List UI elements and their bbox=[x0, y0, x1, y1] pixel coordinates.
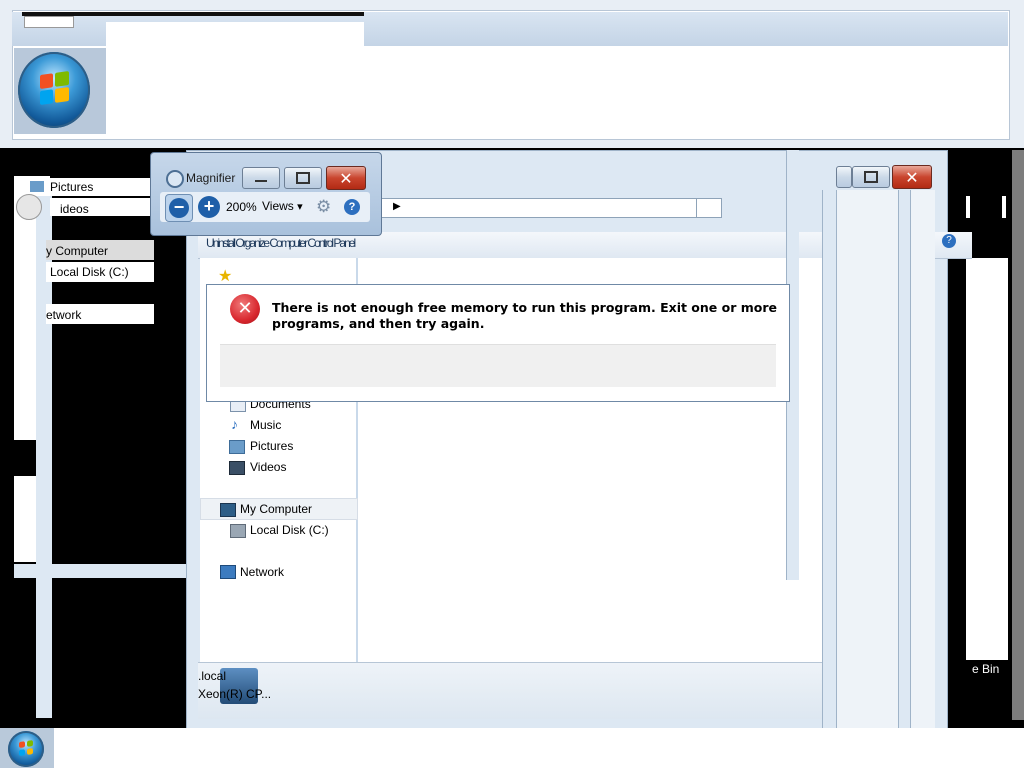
zoom-in-icon: + bbox=[198, 196, 220, 218]
taskbar bbox=[0, 728, 1024, 768]
desktop-white-tick-1 bbox=[966, 196, 970, 218]
back-window-network-row[interactable]: etwork bbox=[46, 304, 154, 324]
magnifier-close-button[interactable]: ✕ bbox=[326, 166, 366, 190]
toolbar-overlap-text[interactable]: Uninstall Organize Computer Control Pane… bbox=[206, 236, 416, 250]
chevron-down-icon: ▾ bbox=[297, 201, 303, 213]
address-bar[interactable]: ▶ bbox=[380, 198, 722, 218]
start-button[interactable] bbox=[8, 731, 44, 767]
zoom-out-button[interactable]: − bbox=[165, 194, 193, 222]
toolbar-help-icon[interactable]: ? bbox=[942, 234, 956, 248]
nav-music[interactable]: Music bbox=[250, 418, 281, 432]
zoom-in-button[interactable]: + bbox=[196, 194, 222, 220]
error-message-line-1: There is not enough free memory to run t… bbox=[272, 300, 777, 315]
back-window-bottom-bar bbox=[14, 564, 200, 578]
back-window-mycomputer-row[interactable]: y Computer bbox=[46, 240, 154, 260]
details-line-2: Xeon(R) CP... bbox=[198, 687, 272, 701]
explorer-maximize-button[interactable] bbox=[852, 166, 890, 188]
error-dialog-button-area bbox=[220, 344, 776, 387]
maximize-icon bbox=[296, 172, 310, 184]
close-icon[interactable]: ✕ bbox=[892, 165, 932, 189]
gear-icon[interactable]: ⚙ bbox=[316, 197, 331, 217]
pictures-icon bbox=[229, 440, 245, 454]
network-icon bbox=[220, 565, 236, 579]
close-icon: ✕ bbox=[339, 168, 353, 188]
back-window-circle bbox=[16, 194, 42, 220]
folder-icon bbox=[30, 181, 44, 192]
nav-pictures[interactable]: Pictures bbox=[250, 439, 293, 453]
music-icon: ♪ bbox=[231, 416, 238, 432]
magnifier-app-icon bbox=[166, 170, 184, 188]
maximize-icon bbox=[864, 171, 878, 183]
desktop-recycle-bin-label[interactable]: e Bin bbox=[972, 662, 999, 676]
nav-network[interactable]: Network bbox=[240, 565, 284, 579]
magnifier-maximize-button[interactable] bbox=[284, 167, 322, 189]
views-label: Views bbox=[262, 199, 294, 213]
ghost-frame-4 bbox=[910, 190, 935, 728]
error-x-icon: ✕ bbox=[230, 294, 260, 324]
magnifier-title: Magnifier bbox=[186, 171, 236, 185]
explorer-title-close[interactable]: ✕ bbox=[892, 165, 932, 189]
magnified-top-white-block bbox=[106, 22, 364, 48]
magnified-top-white-tab bbox=[24, 16, 74, 28]
back-nav-my-computer: y Computer bbox=[46, 244, 109, 258]
views-dropdown[interactable]: Views ▾ bbox=[262, 199, 303, 213]
favorites-star-icon[interactable]: ★ bbox=[218, 266, 232, 286]
ghost-frame-2 bbox=[836, 190, 899, 728]
back-nav-network: etwork bbox=[46, 308, 82, 322]
nav-my-computer[interactable]: My Computer bbox=[240, 502, 312, 516]
back-window-videos-row[interactable]: ideos bbox=[50, 198, 154, 216]
desktop-right-panel bbox=[966, 258, 1008, 660]
address-bar-right bbox=[696, 198, 722, 218]
back-window-pictures-row[interactable]: Pictures bbox=[28, 178, 154, 196]
videos-icon bbox=[229, 461, 245, 475]
drive-icon bbox=[230, 524, 246, 538]
minimize-icon bbox=[255, 180, 267, 182]
back-nav-pictures: Pictures bbox=[50, 180, 94, 194]
back-nav-local-disk: Local Disk (C:) bbox=[50, 265, 129, 279]
explorer-details-pane bbox=[198, 662, 824, 719]
details-line-1: .local bbox=[198, 669, 227, 683]
ghost-frame-1 bbox=[822, 190, 837, 728]
windows-orb-icon[interactable] bbox=[18, 52, 90, 128]
zoom-level: 200% bbox=[226, 200, 257, 214]
nav-videos[interactable]: Videos bbox=[250, 460, 286, 474]
error-message-line-2: programs, and then try again. bbox=[272, 316, 485, 331]
magnifier-minimize-button[interactable] bbox=[242, 167, 280, 189]
explorer-minimize-button[interactable] bbox=[836, 166, 852, 188]
breadcrumb-arrow-icon: ▶ bbox=[393, 201, 401, 212]
desktop-right-scroll bbox=[1012, 150, 1024, 720]
nav-local-disk[interactable]: Local Disk (C:) bbox=[250, 523, 329, 537]
zoom-out-icon: − bbox=[169, 198, 189, 218]
desktop-white-tick-2 bbox=[1002, 196, 1006, 218]
help-icon[interactable]: ? bbox=[344, 199, 360, 215]
back-nav-videos: ideos bbox=[60, 202, 89, 216]
back-window-localdisk-row[interactable]: Local Disk (C:) bbox=[46, 262, 154, 282]
computer-icon bbox=[220, 503, 236, 517]
